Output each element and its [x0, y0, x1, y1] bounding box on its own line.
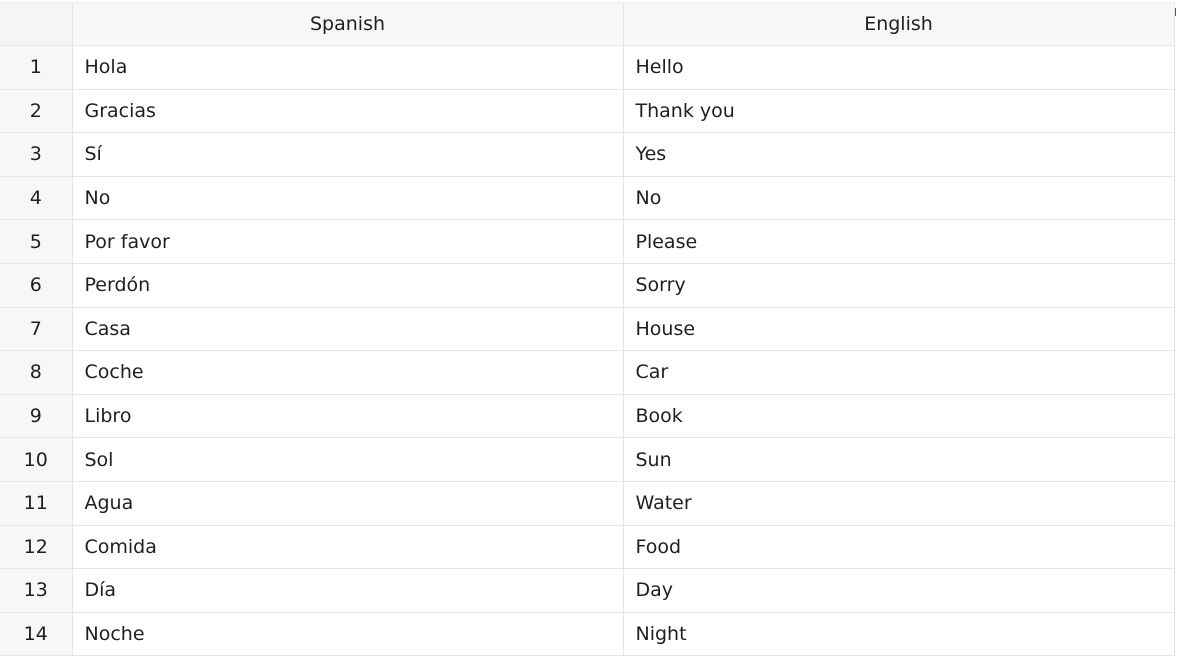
- cell-english[interactable]: No: [622, 176, 1175, 221]
- row-number[interactable]: 2: [0, 89, 72, 134]
- cell-spanish[interactable]: No: [71, 176, 623, 221]
- row-number[interactable]: 7: [0, 307, 72, 352]
- cell-spanish[interactable]: Coche: [71, 350, 623, 395]
- row-number[interactable]: 14: [0, 612, 72, 656]
- cell-english[interactable]: Thank you: [622, 89, 1175, 134]
- cell-english[interactable]: House: [622, 307, 1175, 352]
- cell-english[interactable]: Hello: [622, 45, 1175, 90]
- table-row: 9 Libro Book: [0, 394, 1175, 439]
- cell-spanish[interactable]: Perdón: [71, 263, 623, 308]
- row-number[interactable]: 6: [0, 263, 72, 308]
- row-number[interactable]: 8: [0, 350, 72, 395]
- table-row: 5 Por favor Please: [0, 219, 1175, 264]
- cell-spanish[interactable]: Libro: [71, 394, 623, 439]
- column-header-english[interactable]: English: [622, 2, 1175, 46]
- row-number[interactable]: 9: [0, 394, 72, 439]
- cell-english[interactable]: Sorry: [622, 263, 1175, 308]
- row-number[interactable]: 3: [0, 132, 72, 177]
- cell-english[interactable]: Book: [622, 394, 1175, 439]
- data-grid: Spanish English 1 Hola Hello 2 Gracias Thank…: [0, 2, 1175, 656]
- table-row: 10 Sol Sun: [0, 437, 1175, 482]
- table-row: 6 Perdón Sorry: [0, 263, 1175, 308]
- cell-english[interactable]: Car: [622, 350, 1175, 395]
- column-header-spanish[interactable]: Spanish: [71, 2, 623, 46]
- row-number[interactable]: 4: [0, 176, 72, 221]
- cell-spanish[interactable]: Por favor: [71, 219, 623, 264]
- corner-cell[interactable]: [0, 2, 72, 46]
- row-number[interactable]: 12: [0, 525, 72, 570]
- row-number[interactable]: 1: [0, 45, 72, 90]
- grid-body: 1 Hola Hello 2 Gracias Thank you 3 Sí Yes 4 No N…: [0, 45, 1175, 656]
- cell-spanish[interactable]: Noche: [71, 612, 623, 656]
- cell-spanish[interactable]: Sí: [71, 132, 623, 177]
- cell-spanish[interactable]: Comida: [71, 525, 623, 570]
- cell-english[interactable]: Please: [622, 219, 1175, 264]
- cell-spanish[interactable]: Agua: [71, 481, 623, 526]
- table-row: 13 Día Day: [0, 568, 1175, 613]
- cell-english[interactable]: Water: [622, 481, 1175, 526]
- cell-spanish[interactable]: Sol: [71, 437, 623, 482]
- table-row: 7 Casa House: [0, 307, 1175, 352]
- cell-english[interactable]: Food: [622, 525, 1175, 570]
- table-row: 4 No No: [0, 176, 1175, 221]
- resize-tick: [1175, 8, 1176, 16]
- table-row: 2 Gracias Thank you: [0, 89, 1175, 134]
- cell-spanish[interactable]: Casa: [71, 307, 623, 352]
- header-row: Spanish English: [0, 2, 1175, 46]
- table-row: 3 Sí Yes: [0, 132, 1175, 177]
- cell-spanish[interactable]: Gracias: [71, 89, 623, 134]
- row-number[interactable]: 13: [0, 568, 72, 613]
- cell-english[interactable]: Night: [622, 612, 1175, 656]
- cell-english[interactable]: Yes: [622, 132, 1175, 177]
- cell-english[interactable]: Day: [622, 568, 1175, 613]
- cell-english[interactable]: Sun: [622, 437, 1175, 482]
- row-number[interactable]: 5: [0, 219, 72, 264]
- row-number[interactable]: 11: [0, 481, 72, 526]
- table-row: 14 Noche Night: [0, 612, 1175, 656]
- cell-spanish[interactable]: Hola: [71, 45, 623, 90]
- table-row: 8 Coche Car: [0, 350, 1175, 395]
- row-number[interactable]: 10: [0, 437, 72, 482]
- table-row: 12 Comida Food: [0, 525, 1175, 570]
- table-row: 1 Hola Hello: [0, 45, 1175, 90]
- table-row: 11 Agua Water: [0, 481, 1175, 526]
- cell-spanish[interactable]: Día: [71, 568, 623, 613]
